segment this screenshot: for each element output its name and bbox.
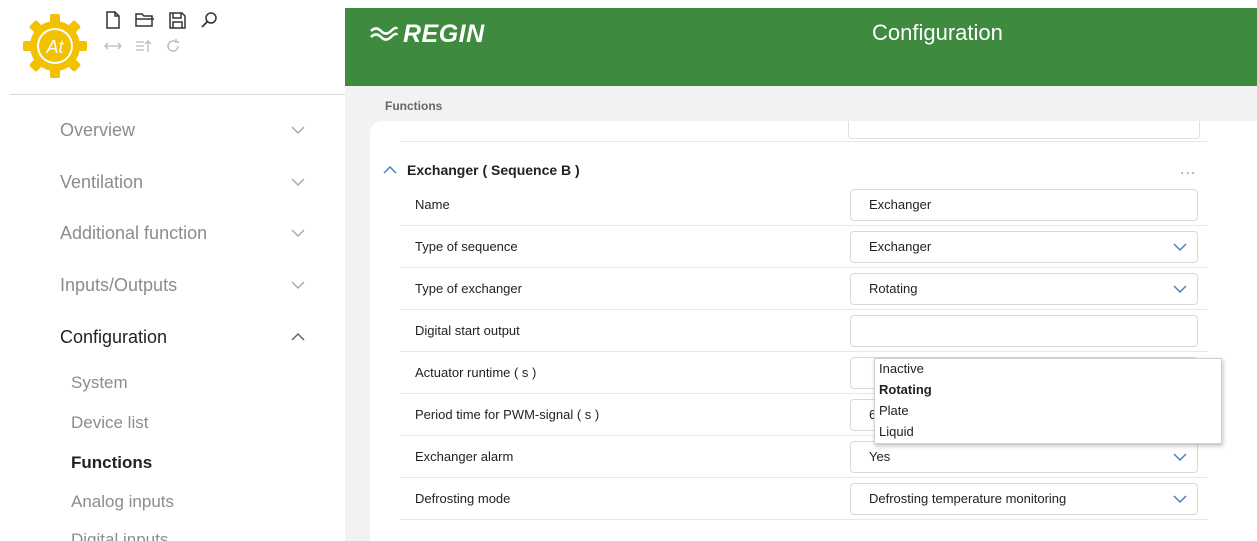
sidebar-subitem-device-list[interactable]: Device list [71,412,148,434]
app-window: At Overview Ventilation Additional funct… [0,0,1257,541]
sidebar-item-label: Ventilation [60,171,144,192]
chevron-down-icon [1173,285,1187,294]
more-options-icon[interactable]: ... [1180,161,1196,179]
new-file-icon[interactable] [103,10,123,30]
functions-panel: Exchanger ( Sequence B ) ... Name Exchan… [370,121,1257,541]
row-label: Actuator runtime ( s ) [415,365,537,380]
save-icon[interactable] [167,10,187,30]
field-value: Exchanger [869,197,932,212]
sidebar-item-label: Inputs/Outputs [60,274,178,295]
sidebar-item-additional-function[interactable]: Additional function [60,220,310,246]
chevron-down-icon [1173,453,1187,462]
breadcrumb: Functions [385,99,443,113]
chevron-up-icon [383,165,397,174]
dropdown-option-rotating[interactable]: Rotating [877,380,932,400]
row-label: Type of sequence [415,239,518,254]
row-label: Digital start output [415,323,520,338]
logo-text: At [45,37,64,57]
sidebar-item-configuration[interactable]: Configuration [60,324,310,350]
chevron-down-icon [291,229,305,238]
row-label: Exchanger alarm [415,449,514,464]
sidebar: Overview Ventilation Additional function… [0,95,345,541]
name-input[interactable]: Exchanger [850,189,1198,221]
brand-name: REGIN [403,20,485,48]
brand-logo: REGIN [369,20,485,49]
row-label: Type of exchanger [415,281,522,296]
type-of-exchanger-dropdown: Inactive Rotating Plate Liquid [874,358,1222,444]
section-title: Exchanger ( Sequence B ) [407,162,580,178]
form-row-defrosting-mode: Defrosting mode Defrosting temperature m… [400,478,1208,520]
sidebar-item-label: Additional function [60,222,208,243]
export-icon[interactable] [133,36,153,56]
search-icon[interactable] [199,10,219,30]
field-value: Exchanger [869,239,932,254]
toolbar-row-primary [103,10,219,30]
chevron-down-icon [1173,243,1187,252]
type-of-exchanger-select[interactable]: Rotating [850,273,1198,305]
chevron-down-icon [1173,495,1187,504]
page-title: Configuration [872,20,1003,45]
refresh-icon[interactable] [163,36,183,56]
field-value: Defrosting temperature monitoring [869,491,1067,506]
open-folder-icon[interactable] [135,10,155,30]
regin-waves-icon [370,26,399,41]
toolbar-area: At [0,0,345,95]
form-row-name: Name Exchanger [400,184,1208,226]
row-label: Defrosting mode [415,491,511,506]
dropdown-option-plate[interactable]: Plate [877,401,909,421]
transfer-icon[interactable] [103,36,123,56]
dropdown-option-inactive[interactable]: Inactive [877,359,924,379]
sidebar-subitem-analog-inputs[interactable]: Analog inputs [71,491,174,513]
previous-field-edge [848,121,1200,139]
sidebar-subitem-functions[interactable]: Functions [71,452,152,474]
sidebar-subitem-digital-inputs[interactable]: Digital inputs [71,529,168,541]
chevron-down-icon [291,178,305,187]
app-logo: At [23,14,87,78]
form-row-type-of-sequence: Type of sequence Exchanger [400,226,1208,268]
main-content: Functions Exchanger ( Sequence B ) ... N… [345,86,1257,541]
type-of-sequence-select[interactable]: Exchanger [850,231,1198,263]
defrosting-mode-select[interactable]: Defrosting temperature monitoring [850,483,1198,515]
sidebar-item-ventilation[interactable]: Ventilation [60,169,310,195]
field-value: Rotating [869,281,918,296]
form-row-digital-start-output: Digital start output [400,310,1208,352]
dropdown-option-liquid[interactable]: Liquid [877,422,914,442]
row-label: Period time for PWM-signal ( s ) [415,407,600,422]
field-value: Yes [869,449,891,464]
chevron-down-icon [291,126,305,135]
sidebar-item-inputs-outputs[interactable]: Inputs/Outputs [60,272,310,298]
section-header[interactable]: Exchanger ( Sequence B ) [383,162,580,178]
sidebar-item-overview[interactable]: Overview [60,117,310,143]
chevron-down-icon [291,281,305,290]
chevron-up-icon [291,332,305,341]
sidebar-item-label: Overview [60,119,136,140]
exchanger-alarm-select[interactable]: Yes [850,441,1198,473]
toolbar-row-secondary [103,36,183,56]
app-header: REGIN Configuration [345,8,1257,86]
row-label: Name [415,197,450,212]
divider [400,141,1208,142]
sidebar-subitem-system[interactable]: System [71,372,128,394]
form-row-type-of-exchanger: Type of exchanger Rotating [400,268,1208,310]
sidebar-item-label: Configuration [60,326,168,347]
digital-start-output-select[interactable] [850,315,1198,347]
